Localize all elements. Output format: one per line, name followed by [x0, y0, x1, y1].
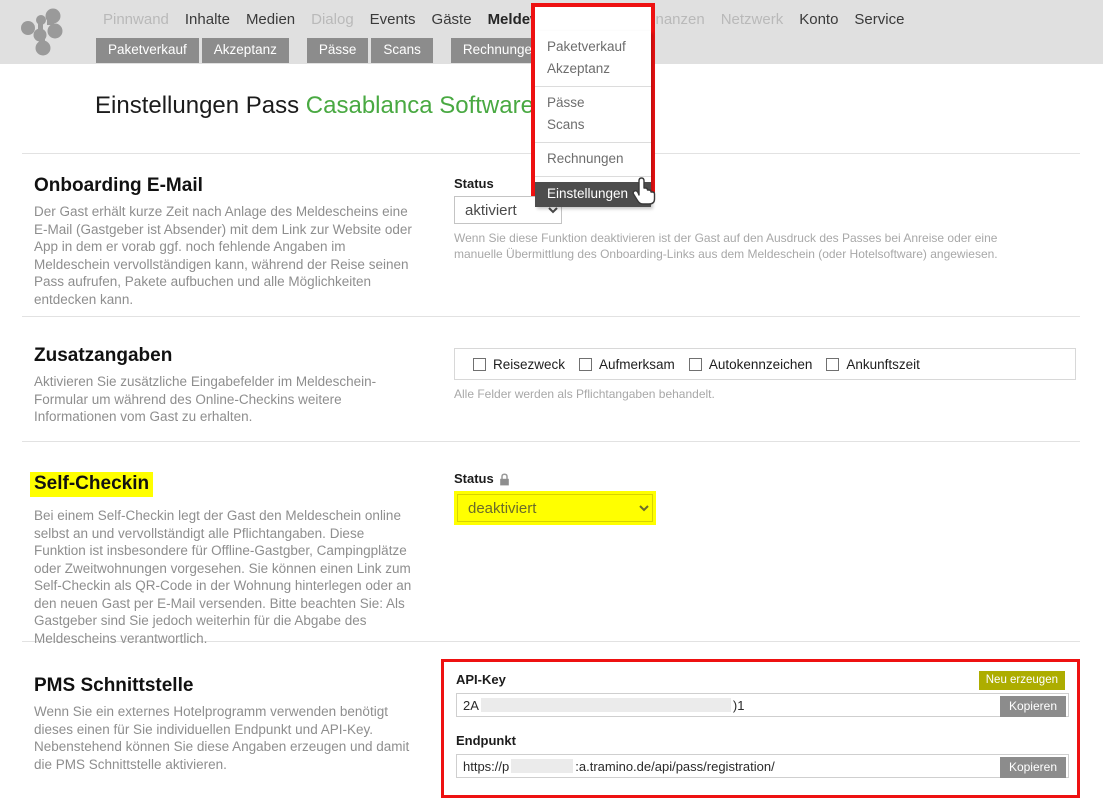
nav-item-dialog[interactable]: Dialog: [303, 9, 362, 31]
subnav-item-scans[interactable]: Scans: [371, 38, 433, 63]
nav-item-netzwerk[interactable]: Netzwerk: [713, 9, 792, 31]
pass-dropdown-annotation-box: Paketverkauf Akzeptanz Pässe Scans Rechn…: [531, 3, 656, 207]
self-checkin-status-select[interactable]: deaktiviertaktiviert: [457, 494, 653, 522]
dropdown-header-spacer: [535, 7, 651, 31]
dropdown-group-4: Einstellungen: [535, 177, 651, 207]
dropdown-group-3: Rechnungen: [535, 143, 651, 177]
checkbox-label-autokennzeichen: Autokennzeichen: [708, 356, 813, 372]
endpoint-input-row[interactable]: https://p :a.tramino.de/api/pass/registr…: [456, 754, 1069, 778]
page-title-brand: Casablanca Software: [305, 92, 534, 119]
self-checkin-status-highlight: deaktiviertaktiviert: [454, 491, 656, 525]
onboarding-status-label-text: Status: [454, 176, 494, 191]
subnav-separator-2: [436, 50, 448, 51]
api-key-redacted: [480, 698, 731, 712]
onboarding-hint: Wenn Sie diese Funktion deaktivieren ist…: [454, 231, 998, 261]
endpoint-redacted: [511, 759, 574, 773]
pms-description: Wenn Sie ein externes Hotelprogramm verw…: [34, 704, 410, 772]
section-self-checkin-left: Self-Checkin Bei einem Self-Checkin legt…: [30, 472, 414, 647]
endpoint-value: https://p :a.tramino.de/api/pass/registr…: [457, 759, 775, 774]
section-zusatzangaben-right: Reisezweck Aufmerksam Autokennzeichen An…: [454, 348, 1076, 402]
self-checkin-heading: Self-Checkin: [30, 472, 154, 497]
self-checkin-status-label-text: Status: [454, 471, 494, 486]
zusatzangaben-checkbox-row: Reisezweck Aufmerksam Autokennzeichen An…: [454, 348, 1076, 380]
page-title: Einstellungen Pass Casablanca Software b: [95, 92, 554, 120]
divider-1: [22, 316, 1080, 317]
zusatzangaben-hint: Alle Felder werden als Pflichtangaben be…: [454, 387, 715, 401]
checkbox-label-aufmerksam: Aufmerksam: [599, 356, 675, 372]
checkbox-item-ankunftszeit[interactable]: Ankunftszeit: [826, 357, 920, 372]
checkbox-label-ankunftszeit: Ankunftszeit: [846, 356, 920, 372]
dropdown-group-1: Paketverkauf Akzeptanz: [535, 31, 651, 87]
dropdown-item-paesse[interactable]: Pässe: [535, 92, 651, 114]
api-key-value: 2A )1: [457, 698, 744, 713]
nav-item-service[interactable]: Service: [846, 9, 912, 31]
section-zusatzangaben-left: Zusatzangaben Aktivieren Sie zusätzliche…: [34, 345, 414, 426]
self-checkin-status-label: Status: [454, 471, 656, 486]
checkbox-autokennzeichen[interactable]: [688, 357, 702, 371]
self-checkin-description: Bei einem Self-Checkin legt der Gast den…: [34, 508, 412, 646]
zusatzangaben-heading: Zusatzangaben: [34, 345, 173, 366]
new-key-button[interactable]: Neu erzeugen: [978, 671, 1065, 690]
onboarding-description: Der Gast erhält kurze Zeit nach Anlage d…: [34, 204, 412, 307]
endpoint-copy-button[interactable]: Kopieren: [999, 757, 1066, 778]
main-navigation: Pinnwand Inhalte Medien Dialog Events Gä…: [95, 8, 912, 32]
dropdown-item-scans[interactable]: Scans: [535, 114, 651, 136]
checkbox-item-aufmerksam[interactable]: Aufmerksam: [579, 357, 675, 372]
divider-2: [22, 441, 1080, 442]
subnav-item-paesse[interactable]: Pässe: [306, 38, 369, 63]
pass-dropdown-menu: Paketverkauf Akzeptanz Pässe Scans Rechn…: [535, 31, 651, 207]
dropdown-item-paketverkauf[interactable]: Paketverkauf: [535, 36, 651, 58]
api-key-copy-button[interactable]: Kopieren: [999, 696, 1066, 717]
lock-icon: [499, 473, 510, 486]
api-key-label: API-Key: [456, 672, 506, 687]
nav-item-events[interactable]: Events: [362, 9, 424, 31]
pms-heading: PMS Schnittstelle: [34, 675, 194, 696]
section-pms-left: PMS Schnittstelle Wenn Sie ein externes …: [34, 675, 414, 773]
onboarding-heading: Onboarding E-Mail: [34, 175, 203, 196]
endpoint-suffix: :a.tramino.de/api/pass/registration/: [575, 758, 775, 774]
subnav-separator-1: [292, 50, 304, 51]
endpoint-label: Endpunkt: [456, 733, 516, 748]
page-title-prefix: Einstellungen Pass: [95, 92, 306, 119]
sub-navigation: Paketverkauf Akzeptanz Pässe Scans Rechn…: [96, 38, 552, 63]
checkbox-item-autokennzeichen[interactable]: Autokennzeichen: [688, 356, 813, 372]
checkbox-label-reisezweck: Reisezweck: [493, 356, 566, 372]
section-self-checkin-right: Status deaktiviertaktiviert: [454, 471, 656, 525]
molecule-logo[interactable]: [14, 6, 70, 58]
endpoint-prefix: https://p: [463, 758, 510, 774]
checkbox-reisezweck[interactable]: [473, 357, 486, 371]
checkbox-ankunftszeit[interactable]: [826, 357, 840, 371]
nav-item-pinnwand[interactable]: Pinnwand: [95, 9, 177, 31]
dropdown-item-einstellungen[interactable]: Einstellungen: [535, 182, 651, 207]
subnav-item-paketverkauf[interactable]: Paketverkauf: [96, 38, 199, 63]
nav-item-medien[interactable]: Medien: [238, 9, 303, 31]
checkbox-aufmerksam[interactable]: [579, 357, 593, 371]
dropdown-item-rechnungen[interactable]: Rechnungen: [535, 148, 651, 170]
nav-item-konto[interactable]: Konto: [791, 9, 846, 31]
nav-item-inhalte[interactable]: Inhalte: [177, 9, 238, 31]
dropdown-group-2: Pässe Scans: [535, 87, 651, 143]
api-key-prefix: 2A: [463, 697, 479, 713]
checkbox-item-reisezweck[interactable]: Reisezweck: [473, 357, 565, 372]
api-key-suffix: )1: [732, 697, 745, 713]
api-key-input-row[interactable]: 2A )1 Kopieren: [456, 693, 1069, 717]
pms-annotation-box: API-Key Neu erzeugen 2A )1 Kopieren Endp…: [441, 659, 1080, 798]
dropdown-item-akzeptanz[interactable]: Akzeptanz: [535, 58, 651, 80]
section-onboarding-left: Onboarding E-Mail Der Gast erhält kurze …: [34, 175, 414, 308]
zusatzangaben-description: Aktivieren Sie zusätzliche Eingabefelder…: [34, 374, 377, 424]
nav-item-gaeste[interactable]: Gäste: [424, 9, 480, 31]
subnav-item-akzeptanz[interactable]: Akzeptanz: [201, 38, 289, 63]
